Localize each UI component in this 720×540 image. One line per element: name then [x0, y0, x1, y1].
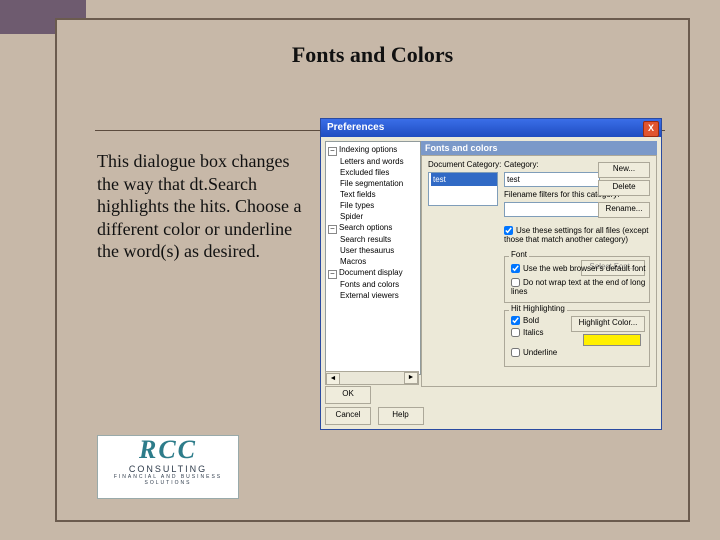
page-title: Fonts and Colors	[57, 42, 688, 68]
tree-item[interactable]: Fonts and colors	[328, 279, 418, 290]
highlight-group: Hit Highlighting Bold Italics Underline …	[504, 310, 650, 367]
close-icon[interactable]: X	[643, 121, 659, 137]
category-input[interactable]: test	[504, 172, 600, 187]
highlight-group-label: Hit Highlighting	[509, 304, 567, 313]
body-text: This dialogue box changes the way that d…	[97, 150, 307, 263]
dialog-button-row: OK Cancel Help	[325, 386, 428, 425]
options-tree[interactable]: –Indexing options Letters and words Excl…	[325, 141, 421, 375]
tree-item[interactable]: File types	[328, 200, 418, 211]
rename-button[interactable]: Rename...	[598, 202, 650, 218]
delete-button[interactable]: Delete	[598, 180, 650, 196]
tree-item[interactable]: Text fields	[328, 189, 418, 200]
tree-root-document[interactable]: –Document display	[328, 267, 418, 279]
bold-checkbox[interactable]: Bold	[511, 316, 539, 325]
dialog-title: Preferences	[327, 122, 384, 133]
tree-root-indexing[interactable]: –Indexing options	[328, 144, 418, 156]
tree-item[interactable]: Excluded files	[328, 167, 418, 178]
logo-line3: FINANCIAL AND BUSINESS SOLUTIONS	[98, 474, 238, 486]
tree-item[interactable]: Letters and words	[328, 156, 418, 167]
browser-font-checkbox[interactable]: Use the web browser's default font	[511, 264, 645, 273]
preferences-dialog: Preferences X –Indexing options Letters …	[320, 118, 662, 430]
collapse-icon[interactable]: –	[328, 225, 337, 234]
collapse-icon[interactable]: –	[328, 270, 337, 279]
logo-line2: CONSULTING	[98, 464, 238, 474]
ok-button[interactable]: OK	[325, 386, 371, 404]
highlight-color-button[interactable]: Highlight Color...	[571, 316, 645, 332]
collapse-icon[interactable]: –	[328, 147, 337, 156]
no-wrap-checkbox[interactable]: Do not wrap text at the end of long line…	[511, 278, 649, 296]
filters-input[interactable]	[504, 202, 600, 217]
doc-category-label: Document Category:	[428, 160, 501, 169]
tree-item[interactable]: Macros	[328, 256, 418, 267]
logo-line1: RCC	[98, 436, 238, 464]
tree-item[interactable]: Spider	[328, 211, 418, 222]
cancel-button[interactable]: Cancel	[325, 407, 371, 425]
panel-header: Fonts and colors	[421, 141, 657, 155]
use-these-checkbox[interactable]: Use these settings for all files (except…	[504, 226, 650, 244]
tree-item[interactable]: Search results	[328, 234, 418, 245]
font-group-label: Font	[509, 250, 529, 259]
new-button[interactable]: New...	[598, 162, 650, 178]
tree-item[interactable]: User thesaurus	[328, 245, 418, 256]
dialog-titlebar[interactable]: Preferences X	[321, 119, 661, 137]
scroll-left-icon[interactable]: ◄	[326, 373, 340, 385]
tree-root-search[interactable]: –Search options	[328, 222, 418, 234]
italics-checkbox[interactable]: Italics	[511, 328, 543, 337]
font-group: Font Select Font... Use the web browser'…	[504, 256, 650, 303]
right-panel: Document Category: test Category: test F…	[421, 155, 657, 387]
scroll-right-icon[interactable]: ►	[404, 372, 418, 384]
tree-item[interactable]: File segmentation	[328, 178, 418, 189]
doc-category-list[interactable]: test	[428, 172, 498, 206]
tree-hscroll[interactable]: ◄ ►	[325, 371, 419, 385]
tree-item[interactable]: External viewers	[328, 290, 418, 301]
highlight-color-swatch	[583, 334, 641, 346]
slide: Fonts and Colors This dialogue box chang…	[0, 0, 720, 540]
category-label: Category:	[504, 160, 539, 169]
doc-category-selected[interactable]: test	[431, 173, 497, 186]
underline-checkbox[interactable]: Underline	[511, 348, 557, 357]
help-button[interactable]: Help	[378, 407, 424, 425]
rcc-logo: RCC CONSULTING FINANCIAL AND BUSINESS SO…	[97, 435, 239, 499]
